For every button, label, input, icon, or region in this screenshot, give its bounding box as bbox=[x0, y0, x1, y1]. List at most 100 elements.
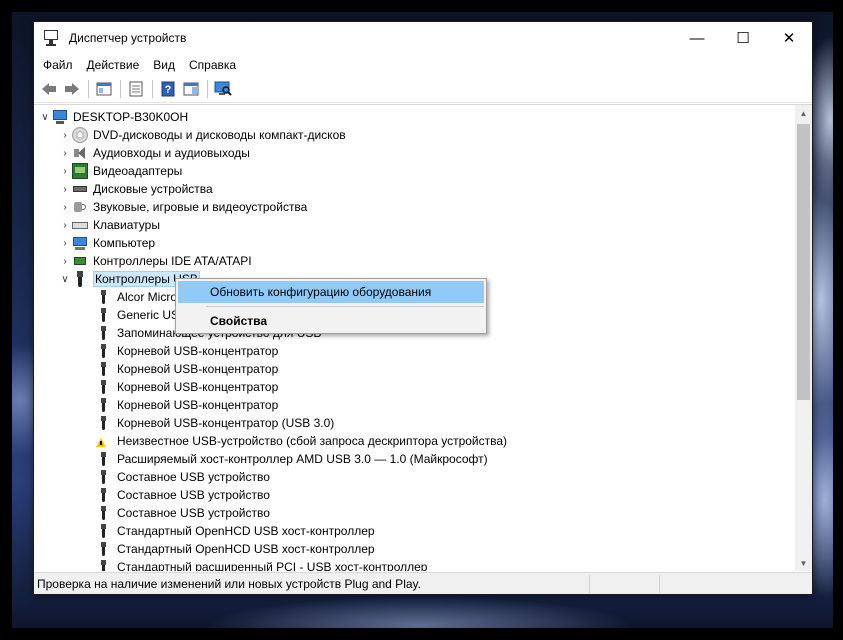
help-icon[interactable]: ? bbox=[157, 78, 179, 100]
tree-category-sound[interactable]: › Звуковые, игровые и видеоустройства bbox=[34, 198, 795, 216]
chevron-right-icon[interactable]: › bbox=[58, 144, 72, 162]
usb-device-item[interactable]: Стандартный OpenHCD USB хост-контроллер bbox=[34, 540, 795, 558]
usb-device-icon bbox=[96, 289, 112, 305]
tree-category-disk[interactable]: › Дисковые устройства bbox=[34, 180, 795, 198]
show-hide-console-tree-icon[interactable] bbox=[93, 78, 115, 100]
scroll-down-arrow-icon[interactable]: ▼ bbox=[795, 555, 812, 571]
usb-device-icon bbox=[96, 325, 112, 341]
usb-device-item[interactable]: Корневой USB-концентратор bbox=[34, 396, 795, 414]
category-label: Аудиовходы и аудиовыходы bbox=[93, 146, 250, 160]
tree-root[interactable]: ∨ DESKTOP-B30K0OH bbox=[34, 108, 795, 126]
category-label: DVD-дисководы и дисководы компакт-дисков bbox=[93, 128, 346, 142]
device-label: Стандартный OpenHCD USB хост-контроллер bbox=[117, 542, 375, 556]
usb-device-item[interactable]: Стандартный расширенный PCI - USB хост-к… bbox=[34, 558, 795, 571]
usb-device-item[interactable]: Составное USB устройство bbox=[34, 468, 795, 486]
menu-file[interactable]: Файл bbox=[36, 54, 80, 76]
device-label: Стандартный расширенный PCI - USB хост-к… bbox=[117, 560, 428, 571]
toolbar-separator bbox=[152, 80, 153, 98]
scan-hardware-icon[interactable] bbox=[212, 78, 234, 100]
disc-drive-icon bbox=[72, 127, 88, 143]
menu-action[interactable]: Действие bbox=[80, 54, 147, 76]
chevron-right-icon[interactable]: › bbox=[58, 198, 72, 216]
chevron-right-icon[interactable]: › bbox=[58, 162, 72, 180]
device-label: Корневой USB-концентратор bbox=[117, 362, 279, 376]
context-menu-properties[interactable]: Свойства bbox=[178, 310, 484, 332]
context-menu-separator bbox=[206, 306, 484, 307]
action-pane-icon[interactable] bbox=[180, 78, 202, 100]
tree-category-audio-io[interactable]: › Аудиовходы и аудиовыходы bbox=[34, 144, 795, 162]
chevron-right-icon[interactable]: › bbox=[58, 180, 72, 198]
usb-device-item[interactable]: Корневой USB-концентратор bbox=[34, 378, 795, 396]
disk-drive-icon bbox=[72, 181, 88, 197]
chevron-right-icon[interactable]: › bbox=[58, 252, 72, 270]
category-label: Звуковые, игровые и видеоустройства bbox=[93, 200, 308, 214]
usb-device-icon bbox=[96, 505, 112, 521]
usb-device-icon bbox=[96, 541, 112, 557]
device-label: Составное USB устройство bbox=[117, 488, 270, 502]
category-label: Клавиатуры bbox=[93, 218, 160, 232]
usb-device-icon bbox=[96, 343, 112, 359]
usb-device-item-warning[interactable]: Неизвестное USB-устройство (сбой запроса… bbox=[34, 432, 795, 450]
usb-device-icon bbox=[96, 379, 112, 395]
status-pane bbox=[659, 574, 809, 593]
forward-arrow-icon[interactable] bbox=[61, 78, 83, 100]
usb-device-icon bbox=[96, 523, 112, 539]
vertical-scrollbar[interactable]: ▲ ▼ bbox=[795, 105, 812, 571]
context-menu-scan-hardware[interactable]: Обновить конфигурацию оборудования bbox=[178, 281, 484, 303]
status-pane bbox=[589, 574, 659, 593]
back-arrow-icon[interactable] bbox=[38, 78, 60, 100]
chevron-right-icon[interactable]: › bbox=[58, 126, 72, 144]
minimize-button[interactable]: — bbox=[674, 22, 720, 54]
device-label: Стандартный OpenHCD USB хост-контроллер bbox=[117, 524, 375, 538]
usb-device-item[interactable]: Составное USB устройство bbox=[34, 486, 795, 504]
category-label: Дисковые устройства bbox=[93, 182, 213, 196]
usb-device-item[interactable]: Составное USB устройство bbox=[34, 504, 795, 522]
tree-category-computer[interactable]: › Компьютер bbox=[34, 234, 795, 252]
audio-io-icon bbox=[72, 145, 88, 161]
chevron-down-icon[interactable]: ∨ bbox=[38, 108, 52, 126]
usb-device-icon bbox=[96, 451, 112, 467]
ide-controller-icon bbox=[72, 253, 88, 269]
toolbar: ? bbox=[34, 76, 812, 103]
device-label: Корневой USB-концентратор bbox=[117, 398, 279, 412]
menu-view[interactable]: Вид bbox=[146, 54, 182, 76]
chevron-right-icon[interactable]: › bbox=[58, 234, 72, 252]
title-bar[interactable]: Диспетчер устройств — ☐ ✕ bbox=[34, 22, 812, 54]
usb-device-item[interactable]: Стандартный OpenHCD USB хост-контроллер bbox=[34, 522, 795, 540]
device-label: Корневой USB-концентратор bbox=[117, 344, 279, 358]
usb-device-icon bbox=[96, 559, 112, 571]
category-label: Видеоадаптеры bbox=[93, 164, 183, 178]
scroll-up-arrow-icon[interactable]: ▲ bbox=[795, 105, 812, 122]
device-label: Составное USB устройство bbox=[117, 470, 270, 484]
svg-text:?: ? bbox=[165, 84, 172, 96]
tree-category-video[interactable]: › Видеоадаптеры bbox=[34, 162, 795, 180]
category-label: Контроллеры IDE ATA/ATAPI bbox=[93, 254, 252, 268]
context-menu: Обновить конфигурацию оборудования Свойс… bbox=[175, 278, 487, 334]
device-label: Расширяемый хост-контроллер AMD USB 3.0 … bbox=[117, 452, 488, 466]
chevron-down-icon[interactable]: ∨ bbox=[58, 270, 72, 288]
display-adapter-icon bbox=[72, 163, 88, 179]
usb-device-item[interactable]: Корневой USB-концентратор bbox=[34, 342, 795, 360]
status-text: Проверка на наличие изменений или новых … bbox=[37, 576, 421, 591]
device-manager-window: Диспетчер устройств — ☐ ✕ Файл Действие … bbox=[33, 21, 813, 595]
warning-icon bbox=[96, 433, 112, 449]
properties-icon[interactable] bbox=[125, 78, 147, 100]
usb-device-icon bbox=[96, 397, 112, 413]
menu-bar: Файл Действие Вид Справка bbox=[34, 54, 812, 76]
menu-help[interactable]: Справка bbox=[182, 54, 243, 76]
usb-device-icon bbox=[96, 415, 112, 431]
maximize-button[interactable]: ☐ bbox=[720, 22, 766, 54]
tree-category-ide[interactable]: › Контроллеры IDE ATA/ATAPI bbox=[34, 252, 795, 270]
usb-device-item[interactable]: Корневой USB-концентратор bbox=[34, 360, 795, 378]
tree-category-dvd[interactable]: › DVD-дисководы и дисководы компакт-диск… bbox=[34, 126, 795, 144]
sound-device-icon bbox=[72, 199, 88, 215]
category-label: Компьютер bbox=[93, 236, 156, 250]
usb-device-item[interactable]: Корневой USB-концентратор (USB 3.0) bbox=[34, 414, 795, 432]
tree-category-keyboard[interactable]: › Клавиатуры bbox=[34, 216, 795, 234]
scrollbar-thumb[interactable] bbox=[797, 124, 810, 400]
close-button[interactable]: ✕ bbox=[766, 22, 812, 54]
computer-icon bbox=[72, 235, 88, 251]
chevron-right-icon[interactable]: › bbox=[58, 216, 72, 234]
device-manager-app-icon bbox=[43, 30, 59, 46]
usb-device-item[interactable]: Расширяемый хост-контроллер AMD USB 3.0 … bbox=[34, 450, 795, 468]
